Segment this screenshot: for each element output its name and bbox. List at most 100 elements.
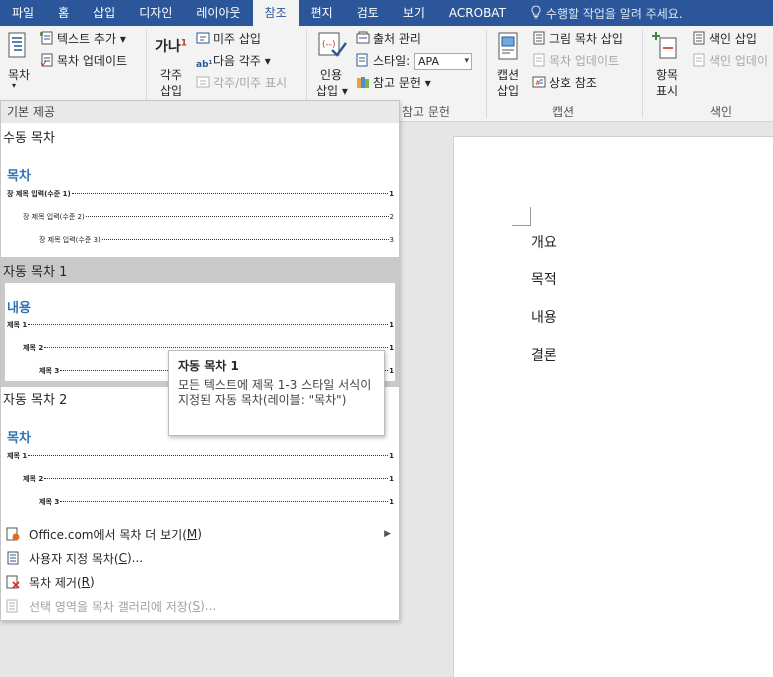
mark-entry-label-b[interactable]: 표시 <box>656 82 678 99</box>
tab-layout[interactable]: 레이아웃 <box>184 0 252 26</box>
update-table-label: 목차 업데이트 <box>549 54 620 68</box>
toc-entry-text: 제목 1 <box>7 452 28 460</box>
toc-page-number: 1 <box>389 498 394 506</box>
insert-endnote-label: 미주 삽입 <box>213 32 261 46</box>
mark-entry-label-a[interactable]: 항목 <box>656 66 678 83</box>
update-index-button[interactable]: 색인 업데이 <box>692 52 768 69</box>
insert-index-button[interactable]: 색인 삽입 <box>692 30 757 47</box>
insert-caption-label-a[interactable]: 캡션 <box>497 66 519 83</box>
update-toc-button[interactable]: 목차 업데이트 <box>40 52 127 69</box>
table-of-figures-icon <box>532 31 546 45</box>
toc-preview-line: 제목 3 1 <box>39 497 394 507</box>
next-footnote-icon: ab¹ <box>196 60 213 70</box>
bibliography-label: 참고 문헌 <box>373 76 421 90</box>
next-footnote-label: 다음 각주 <box>213 54 261 68</box>
insert-caption-label-b[interactable]: 삽입 <box>497 82 519 99</box>
manage-sources-button[interactable]: 출처 관리 <box>356 30 421 47</box>
menu-label: 목차 제거( <box>29 575 82 590</box>
citation-style-group: 스타일: APA <box>356 52 472 70</box>
add-text-label: 텍스트 추가 <box>57 32 117 46</box>
insert-index-label: 색인 삽입 <box>709 32 757 46</box>
footnote-label-a[interactable]: 각주 <box>160 66 182 83</box>
manage-sources-label: 출처 관리 <box>373 32 421 46</box>
toc-page-number: 2 <box>389 213 394 221</box>
citations-group-label: 참고 문헌 <box>402 105 450 119</box>
toc-preview-line: 제목 1 1 <box>7 320 394 330</box>
insert-endnote-button[interactable]: 미주 삽입 <box>196 30 261 47</box>
document-page[interactable] <box>453 136 773 677</box>
remove-toc-menu-item[interactable]: 목차 제거(R) <box>1 571 399 593</box>
svg-text:(--): (--) <box>322 40 336 50</box>
menu-label-suffix: )... <box>126 551 144 565</box>
footnote-label-b[interactable]: 삽입 <box>160 82 182 99</box>
tab-references[interactable]: 참조 <box>252 0 299 26</box>
toc-page-number: 1 <box>389 344 394 352</box>
tab-acrobat[interactable]: ACROBAT <box>437 0 518 26</box>
gallery-item-title: 자동 목차 1 <box>3 265 68 280</box>
toc-page-number: 1 <box>389 475 394 483</box>
update-table-icon <box>532 53 546 67</box>
tab-review[interactable]: 검토 <box>345 0 391 26</box>
show-notes-button[interactable]: 각주/미주 표시 <box>196 74 287 91</box>
bibliography-button[interactable]: 참고 문헌 ▾ <box>356 74 431 91</box>
toc-preview-line: 장 제목 입력(수준 1) 1 <box>7 189 394 199</box>
toc-entry-text: 장 제목 입력(수준 1) <box>7 190 71 198</box>
margin-marker <box>512 207 531 226</box>
custom-toc-icon <box>5 550 21 566</box>
toc-entry-text: 제목 3 <box>39 498 60 506</box>
update-table-button[interactable]: 목차 업데이트 <box>532 52 619 69</box>
cross-reference-icon: # <box>532 75 546 89</box>
chevron-down-icon[interactable]: ▾ <box>12 81 16 90</box>
tab-file[interactable]: 파일 <box>0 0 46 26</box>
tab-insert[interactable]: 삽입 <box>81 0 127 26</box>
cross-reference-button[interactable]: # 상호 참조 <box>532 74 597 91</box>
toc-page-number: 1 <box>389 190 394 198</box>
show-notes-label: 각주/미주 표시 <box>213 76 288 90</box>
menu-label-suffix: ) <box>197 527 202 541</box>
citation-style-select[interactable]: APA <box>414 53 472 70</box>
doc-line[interactable]: 결론 <box>531 345 557 365</box>
more-toc-from-office-com[interactable]: Office.com에서 목차 더 보기(M) ▶ <box>1 523 399 545</box>
ribbon-tab-bar: 파일 홈 삽입 디자인 레이아웃 참조 편지 검토 보기 ACROBAT 수행할… <box>0 0 773 26</box>
toc-entry-text: 제목 2 <box>23 344 44 352</box>
add-text-button[interactable]: 텍스트 추가 ▾ <box>39 30 126 47</box>
add-text-icon <box>39 31 54 45</box>
update-toc-label: 목차 업데이트 <box>57 54 128 68</box>
next-footnote-button[interactable]: ab¹다음 각주 ▾ <box>196 52 271 74</box>
citation-icon: (--) <box>318 32 348 63</box>
tell-me-text: 수행할 작업을 알려 주세요. <box>545 6 683 21</box>
toc-icon <box>8 32 26 61</box>
tab-view[interactable]: 보기 <box>391 0 437 26</box>
save-selection-to-gallery-menu-item[interactable]: 선택 영역을 목차 갤러리에 저장(S)... <box>1 595 399 617</box>
manage-sources-icon <box>356 31 370 45</box>
update-index-icon <box>692 53 706 67</box>
toc-entry-text: 제목 1 <box>7 321 28 329</box>
tooltip-body: 모든 텍스트에 제목 1-3 스타일 서식이 지정된 자동 목차(레이블: "목… <box>178 378 372 407</box>
doc-line[interactable]: 목적 <box>531 269 557 289</box>
insert-citation-label-b: 삽입 <box>316 84 339 98</box>
doc-line[interactable]: 개요 <box>531 232 557 252</box>
insert-table-of-figures-button[interactable]: 그림 목차 삽입 <box>532 30 623 47</box>
insert-citation-label-a[interactable]: 인용 <box>320 66 342 83</box>
tab-design[interactable]: 디자인 <box>127 0 184 26</box>
tab-mailings[interactable]: 편지 <box>299 0 345 26</box>
toc-entry-text: 장 제목 입력(수준 2) <box>23 213 85 221</box>
toc-preview-line: 제목 2 1 <box>23 474 394 484</box>
insert-citation-button[interactable]: 삽입 ▾ <box>316 82 348 99</box>
menu-accel-key: M <box>186 527 198 541</box>
mark-entry-icon <box>652 30 678 63</box>
tab-home[interactable]: 홈 <box>46 0 81 26</box>
show-notes-icon <box>196 75 210 89</box>
custom-toc-menu-item[interactable]: 사용자 지정 목차(C)... <box>1 547 399 569</box>
endnote-icon <box>196 31 210 45</box>
bibliography-icon <box>356 75 370 89</box>
gallery-item-manual-toc[interactable]: 수동 목차 목차 장 제목 입력(수준 1) 1 장 제목 입력(수준 2) 2 장… <box>1 123 399 261</box>
toc-preview-heading: 내용 <box>7 301 31 316</box>
office-globe-icon <box>5 526 21 542</box>
gallery-item-title: 자동 목차 2 <box>3 393 68 408</box>
group-divider <box>486 30 487 118</box>
tell-me-box[interactable]: 수행할 작업을 알려 주세요. <box>518 4 683 22</box>
doc-line[interactable]: 내용 <box>531 307 557 327</box>
toc-page-number: 3 <box>389 236 394 244</box>
save-to-gallery-icon <box>5 598 21 614</box>
